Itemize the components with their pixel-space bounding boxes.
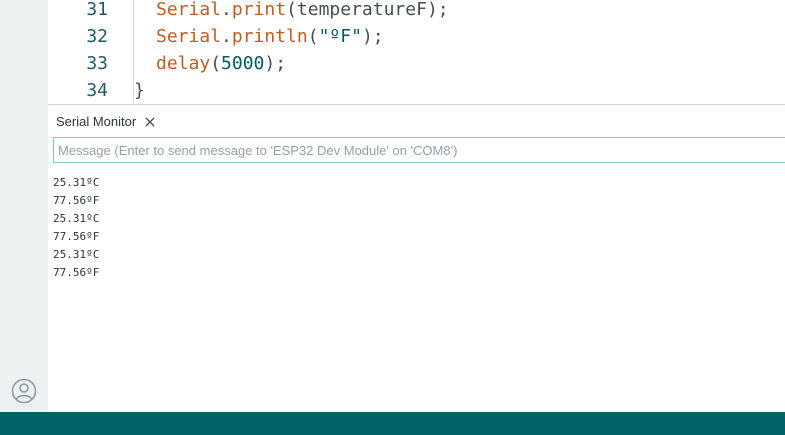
code-token: Serial <box>156 26 222 47</box>
output-line: 77.56ºF <box>53 266 100 279</box>
code-token: "ºF" <box>318 26 362 47</box>
code-token: ( <box>210 53 222 74</box>
panel-tab-bar: Serial Monitor <box>48 105 785 136</box>
code-token: } <box>134 80 145 101</box>
code-text: Serial.println("ºF"); <box>156 23 384 50</box>
code-line[interactable]: 33 delay(5000); <box>48 50 785 77</box>
code-text: } <box>134 77 145 104</box>
code-text: Serial.print(temperatureF); <box>156 0 449 23</box>
close-icon[interactable] <box>144 116 156 128</box>
line-number: 34 <box>86 80 108 101</box>
code-token: 5000 <box>221 53 265 74</box>
code-line[interactable]: 32 Serial.println("ºF"); <box>48 23 785 50</box>
code-token: ( <box>307 26 319 47</box>
line-number: 33 <box>86 53 108 74</box>
code-token: Serial <box>156 0 222 20</box>
account-icon[interactable] <box>11 378 37 404</box>
code-token: delay <box>156 53 211 74</box>
code-editor[interactable]: 31 Serial.print(temperatureF); 32 Serial… <box>48 0 785 104</box>
code-token: . <box>221 26 232 47</box>
output-line: 25.31ºC <box>53 176 100 189</box>
code-token: . <box>221 0 232 20</box>
status-bar <box>0 412 785 435</box>
code-line[interactable]: 34 } <box>48 77 785 104</box>
output-line: 77.56ºF <box>53 230 100 243</box>
output-line: 25.31ºC <box>53 212 100 225</box>
line-number: 32 <box>86 26 108 47</box>
output-line: 25.31ºC <box>53 248 100 261</box>
serial-monitor-panel: Serial Monitor 25.31ºC 77.56ºF 25.31ºC 7… <box>48 104 785 413</box>
message-input[interactable] <box>53 137 785 163</box>
code-token: ); <box>264 53 287 74</box>
tab-serial-monitor[interactable]: Serial Monitor <box>56 114 136 129</box>
code-line[interactable]: 31 Serial.print(temperatureF); <box>48 0 785 23</box>
code-text: delay(5000); <box>156 50 286 77</box>
code-token: (temperatureF); <box>286 0 449 20</box>
left-rail <box>0 0 48 412</box>
serial-output: 25.31ºC 77.56ºF 25.31ºC 77.56ºF 25.31ºC … <box>53 174 99 282</box>
code-token: print <box>231 0 287 20</box>
code-token: ); <box>361 26 384 47</box>
code-token: println <box>231 26 308 47</box>
line-number: 31 <box>86 0 108 20</box>
output-line: 77.56ºF <box>53 194 100 207</box>
